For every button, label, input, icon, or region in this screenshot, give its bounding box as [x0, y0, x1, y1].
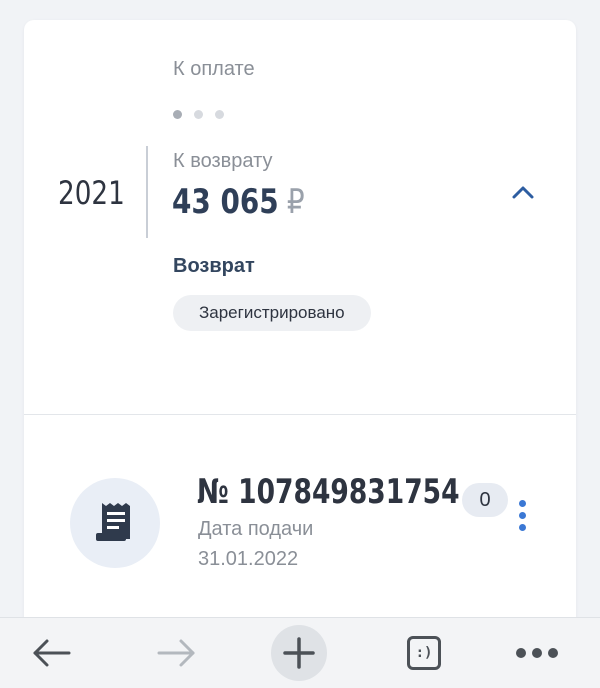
more-dots-icon — [516, 648, 558, 658]
back-button[interactable] — [26, 618, 76, 688]
document-icon-circle — [70, 478, 160, 568]
plus-icon — [283, 637, 315, 669]
pager-dot[interactable] — [173, 110, 182, 119]
refund-label: К возврату — [173, 150, 273, 172]
currency-symbol: ₽ — [286, 182, 305, 222]
arrow-right-icon — [157, 639, 195, 667]
tabs-label: :) — [415, 645, 433, 661]
more-button[interactable] — [512, 618, 562, 688]
to-pay-label: К оплате — [173, 58, 255, 80]
year-divider — [146, 146, 148, 238]
pager-dot[interactable] — [215, 110, 224, 119]
browser-toolbar: :) — [0, 617, 600, 688]
pager-dot[interactable] — [194, 110, 203, 119]
chevron-up-icon[interactable] — [508, 178, 538, 208]
plus-button-circle — [271, 625, 327, 681]
arrow-left-icon — [33, 639, 71, 667]
submission-date-label: Дата подачи — [198, 518, 314, 540]
new-tab-button[interactable] — [271, 618, 327, 688]
submission-date: 31.01.2022 — [198, 548, 299, 570]
refund-amount: 43 065 ₽ — [172, 182, 305, 222]
pager-dots[interactable] — [173, 110, 224, 119]
status-badge: Зарегистрировано — [173, 295, 371, 331]
tabs-button[interactable]: :) — [404, 618, 444, 688]
declaration-type: Возврат — [173, 255, 255, 277]
receipt-icon — [96, 503, 130, 541]
forward-button[interactable] — [152, 618, 202, 688]
document-number[interactable]: № 107849831754 — [197, 472, 460, 512]
declaration-year: 2021 — [58, 174, 125, 212]
tabs-smiley-icon: :) — [407, 636, 441, 670]
refund-amount-value: 43 065 — [172, 182, 279, 222]
kebab-menu-icon[interactable] — [514, 500, 530, 536]
message-count-badge[interactable]: 0 — [462, 483, 508, 517]
card-divider — [24, 414, 576, 415]
